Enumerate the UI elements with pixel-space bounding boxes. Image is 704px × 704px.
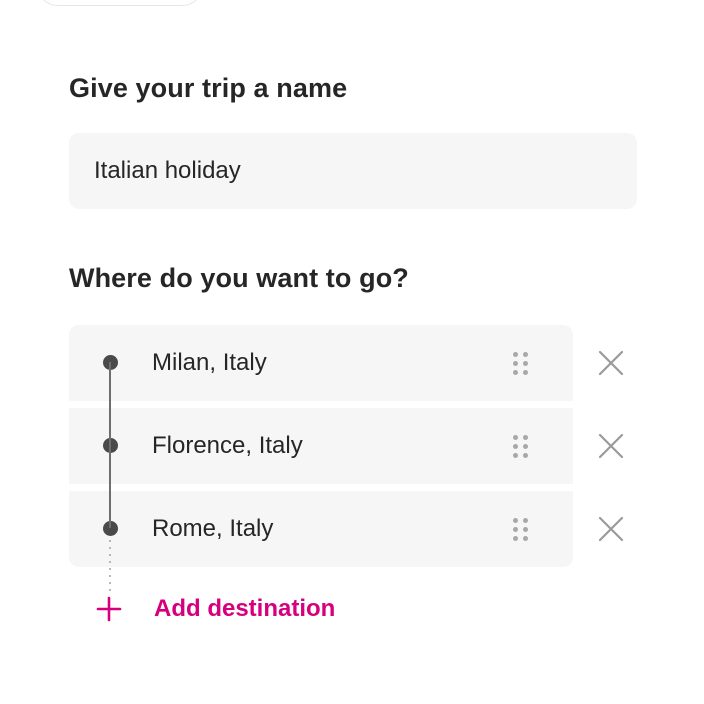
destination-label: Florence, Italy [152,432,303,459]
close-icon [598,350,624,376]
drag-handle-icon[interactable] [512,517,530,541]
trip-name-input[interactable] [69,133,637,209]
top-pill-button[interactable] [36,0,204,6]
timeline-dotted-extension [109,540,111,596]
destination-label: Rome, Italy [152,515,274,542]
add-destination-button[interactable]: Add destination [95,590,335,628]
drag-handle-icon[interactable] [512,351,530,375]
destinations-heading: Where do you want to go? [69,263,409,293]
remove-destination-button[interactable] [594,429,628,463]
destination-row[interactable]: Rome, Italy [69,491,573,567]
remove-destination-button[interactable] [594,346,628,380]
destination-label: Milan, Italy [152,349,267,376]
trip-name-field[interactable] [69,133,637,209]
plus-icon [96,596,122,622]
close-icon [598,516,624,542]
timeline-line [109,362,111,528]
destination-row[interactable]: Florence, Italy [69,408,573,484]
remove-destination-button[interactable] [594,512,628,546]
destination-row[interactable]: Milan, Italy [69,325,573,401]
trip-planner-page: Give your trip a name Where do you want … [0,0,704,704]
drag-handle-icon[interactable] [512,434,530,458]
trip-name-heading: Give your trip a name [69,73,348,103]
close-icon [598,433,624,459]
add-destination-label: Add destination [154,595,336,622]
